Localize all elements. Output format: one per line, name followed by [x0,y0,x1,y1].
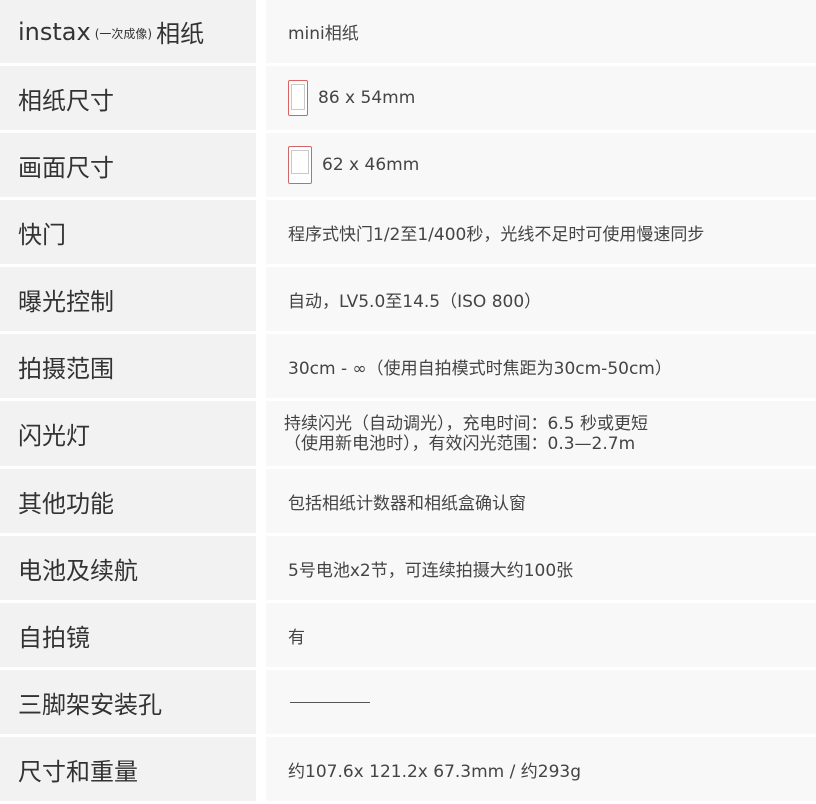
brand-subtitle: (一次成像) [94,27,153,41]
spec-label: 电池及续航 [0,536,256,600]
spec-row-image-size: 画面尺寸 62 x 46mm [0,133,816,200]
spec-value: 30cm - ∞（使用自拍模式时焦距为30cm-50cm） [266,334,816,398]
spec-label: 其他功能 [0,469,256,533]
film-image-icon [288,146,312,184]
spec-value: 持续闪光（自动调光），充电时间：6.5 秒或更短 （使用新电池时），有效闪光范围… [266,401,816,466]
spec-row-tripod: 三脚架安装孔 [0,670,816,737]
spec-label: 三脚架安装孔 [0,670,256,734]
spec-label: 尺寸和重量 [0,737,256,801]
brand-tail: 相纸 [156,20,205,48]
spec-label: 曝光控制 [0,267,256,331]
spec-label: 闪光灯 [0,401,256,466]
spec-label: 相纸尺寸 [0,66,256,130]
spec-value: 62 x 46mm [322,155,420,175]
spec-row-shutter: 快门 程序式快门1/2至1/400秒，光线不足时可使用慢速同步 [0,200,816,267]
spec-value: mini相纸 [266,0,816,63]
spec-row-exposure: 曝光控制 自动，LV5.0至14.5（ISO 800） [0,267,816,334]
spec-label: 自拍镜 [0,603,256,667]
spec-row-other: 其他功能 包括相纸计数器和相纸盒确认窗 [0,469,816,536]
spec-value: 有 [266,603,816,667]
spec-label: 画面尺寸 [0,133,256,197]
film-card-icon [288,80,308,116]
spec-label: 快门 [0,200,256,264]
spec-row-selfie-mirror: 自拍镜 有 [0,603,816,670]
spec-row-film-type: instax (一次成像) 相纸 mini相纸 [0,0,816,66]
spec-value: 约107.6x 121.2x 67.3mm / 约293g [266,737,816,801]
spec-value: 5号电池x2节，可连续拍摄大约100张 [266,536,816,600]
spec-row-size-weight: 尺寸和重量 约107.6x 121.2x 67.3mm / 约293g [0,737,816,804]
dash-line [290,701,370,703]
spec-value [266,670,816,734]
spec-label: instax (一次成像) 相纸 [0,0,256,63]
spec-value-line: （使用新电池时），有效闪光范围：0.3—2.7m [284,433,636,454]
spec-value: 自动，LV5.0至14.5（ISO 800） [266,267,816,331]
spec-table: instax (一次成像) 相纸 mini相纸 相纸尺寸 86 x 54mm 画… [0,0,816,804]
spec-value: 86 x 54mm [318,88,416,108]
brand-name: instax [18,17,91,46]
spec-value: 程序式快门1/2至1/400秒，光线不足时可使用慢速同步 [266,200,816,264]
spec-value-line: 持续闪光（自动调光），充电时间：6.5 秒或更短 [284,413,648,434]
spec-label: 拍摄范围 [0,334,256,398]
spec-row-film-size: 相纸尺寸 86 x 54mm [0,66,816,133]
spec-row-battery: 电池及续航 5号电池x2节，可连续拍摄大约100张 [0,536,816,603]
spec-value: 包括相纸计数器和相纸盒确认窗 [266,469,816,533]
spec-row-range: 拍摄范围 30cm - ∞（使用自拍模式时焦距为30cm-50cm） [0,334,816,401]
spec-row-flash: 闪光灯 持续闪光（自动调光），充电时间：6.5 秒或更短 （使用新电池时），有效… [0,401,816,469]
